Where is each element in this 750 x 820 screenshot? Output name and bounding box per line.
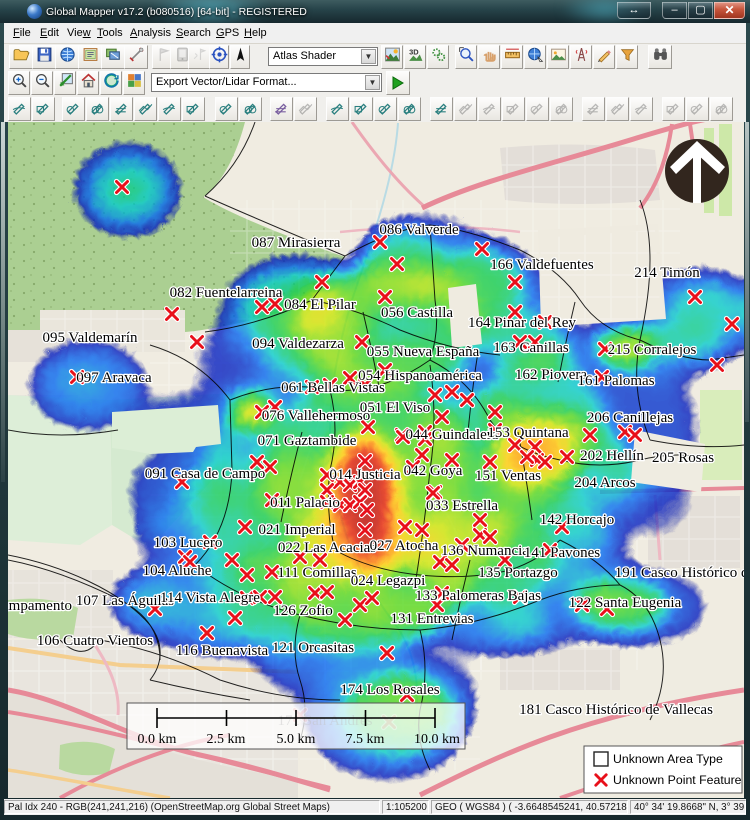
svg-text:2.5 km: 2.5 km bbox=[207, 732, 246, 747]
svg-text:033 Estrella: 033 Estrella bbox=[426, 498, 498, 514]
svg-text:191 Casco Histórico de: 191 Casco Histórico de bbox=[615, 565, 744, 581]
svg-text:205 Rosas: 205 Rosas bbox=[652, 450, 714, 466]
svg-text:Unknown Area Type: Unknown Area Type bbox=[613, 752, 723, 766]
svg-text:181 Casco Histórico de Valleca: 181 Casco Histórico de Vallecas bbox=[519, 702, 713, 718]
svg-text:042 Goya: 042 Goya bbox=[404, 463, 463, 479]
svg-text:153 Quintana: 153 Quintana bbox=[487, 425, 569, 441]
svg-text:151 Ventas: 151 Ventas bbox=[475, 468, 541, 484]
svg-text:104 Aluche: 104 Aluche bbox=[143, 563, 212, 579]
svg-text:106 Cuatro Vientos: 106 Cuatro Vientos bbox=[37, 633, 153, 649]
svg-text:054 Hispanoamérica: 054 Hispanoamérica bbox=[358, 368, 482, 384]
svg-text:055 Nueva España: 055 Nueva España bbox=[367, 344, 480, 360]
svg-text:202 Hellín: 202 Hellín bbox=[580, 448, 644, 464]
svg-text:142 Horcajo: 142 Horcajo bbox=[540, 512, 615, 528]
svg-text:174 Los Rosales: 174 Los Rosales bbox=[340, 682, 439, 698]
svg-text:0.0 km: 0.0 km bbox=[138, 732, 177, 747]
svg-text:Unknown Point Feature: Unknown Point Feature bbox=[613, 773, 742, 787]
svg-text:163 Canillas: 163 Canillas bbox=[493, 340, 569, 356]
svg-text:214 Timón: 214 Timón bbox=[634, 265, 700, 281]
svg-text:204 Arcos: 204 Arcos bbox=[574, 475, 635, 491]
svg-text:122 Santa Eugenia: 122 Santa Eugenia bbox=[569, 595, 682, 611]
svg-text:076 Vallehermoso: 076 Vallehermoso bbox=[262, 408, 370, 424]
svg-text:044 Guindalera: 044 Guindalera bbox=[406, 427, 499, 443]
svg-text:027 Atocha: 027 Atocha bbox=[370, 538, 439, 554]
svg-text:097 Aravaca: 097 Aravaca bbox=[76, 370, 152, 386]
svg-text:166 Valdefuentes: 166 Valdefuentes bbox=[490, 257, 594, 273]
svg-text:114 Vista Alegre: 114 Vista Alegre bbox=[160, 590, 260, 606]
svg-text:094 Valdezarza: 094 Valdezarza bbox=[252, 336, 344, 352]
svg-text:215 Corralejos: 215 Corralejos bbox=[608, 342, 697, 358]
svg-text:024 Legazpi: 024 Legazpi bbox=[351, 573, 426, 589]
svg-text:086 Valverde: 086 Valverde bbox=[379, 222, 459, 238]
svg-text:014 Justicia: 014 Justicia bbox=[329, 467, 401, 483]
svg-text:5.0 km: 5.0 km bbox=[277, 732, 316, 747]
svg-text:111 Comillas: 111 Comillas bbox=[277, 565, 356, 581]
svg-text:103 Lucero: 103 Lucero bbox=[154, 535, 223, 551]
svg-text:10.0 km: 10.0 km bbox=[414, 732, 460, 747]
svg-text:133 Palomeras Bajas: 133 Palomeras Bajas bbox=[415, 588, 541, 604]
svg-text:071 Gaztambide: 071 Gaztambide bbox=[258, 433, 357, 449]
svg-text:056 Castilla: 056 Castilla bbox=[381, 305, 453, 321]
svg-text:164 Pinar del Rey: 164 Pinar del Rey bbox=[468, 315, 576, 331]
svg-text:131 Entrevias: 131 Entrevias bbox=[391, 611, 474, 627]
svg-text:082 Fuentelarreina: 082 Fuentelarreina bbox=[170, 285, 283, 301]
svg-text:084 El Pilar: 084 El Pilar bbox=[284, 297, 356, 313]
svg-text:116 Buenavista: 116 Buenavista bbox=[176, 643, 269, 659]
svg-text:121 Orcasitas: 121 Orcasitas bbox=[272, 640, 354, 656]
svg-text:011 Palacio: 011 Palacio bbox=[270, 495, 340, 511]
svg-text:7.5 km: 7.5 km bbox=[346, 732, 385, 747]
svg-text:141 Pavones: 141 Pavones bbox=[524, 545, 600, 561]
svg-text:091 Casa de Campo: 091 Casa de Campo bbox=[145, 466, 265, 482]
svg-text:136 Numancia: 136 Numancia bbox=[441, 543, 529, 559]
svg-text:161 Palomas: 161 Palomas bbox=[577, 373, 654, 389]
svg-text:051 El Viso: 051 El Viso bbox=[360, 400, 431, 416]
svg-text:021 Imperial: 021 Imperial bbox=[258, 522, 335, 538]
svg-text:095 Valdemarín: 095 Valdemarín bbox=[42, 330, 138, 346]
svg-text:3D: 3D bbox=[409, 48, 419, 57]
svg-text:206 Canillejas: 206 Canillejas bbox=[587, 410, 673, 426]
svg-text:135 Portazgo: 135 Portazgo bbox=[478, 565, 558, 581]
svg-text:022 Las Acacias: 022 Las Acacias bbox=[278, 540, 376, 556]
svg-text:126 Zofio: 126 Zofio bbox=[273, 603, 333, 619]
svg-text:Campamento: Campamento bbox=[8, 598, 72, 614]
svg-text:087 Mirasierra: 087 Mirasierra bbox=[252, 235, 341, 251]
